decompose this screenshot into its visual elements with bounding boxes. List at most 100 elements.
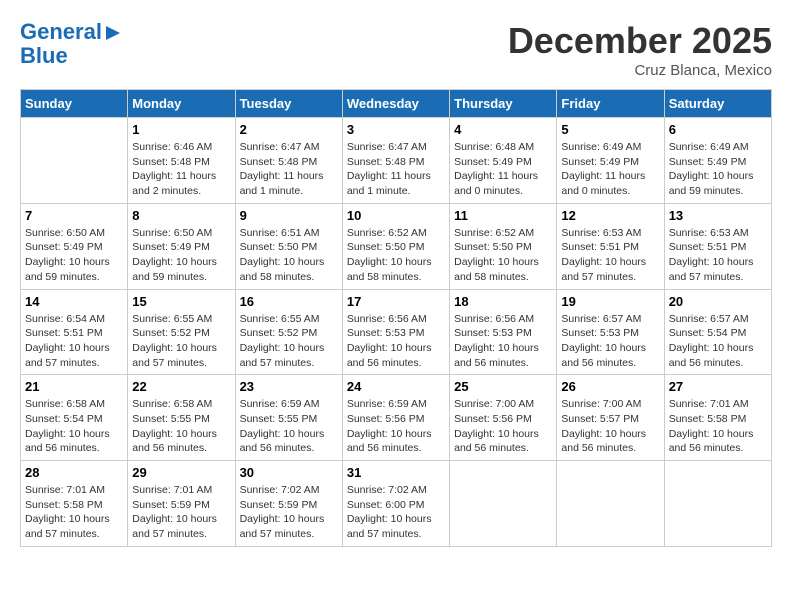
calendar-cell: 1 Sunrise: 6:46 AM Sunset: 5:48 PM Daylig… (128, 118, 235, 204)
calendar-cell: 5Sunrise: 6:49 AM Sunset: 5:49 PM Daylig… (557, 118, 664, 204)
day-info: Sunrise: 6:50 AM Sunset: 5:49 PM Dayligh… (132, 226, 230, 285)
day-number: 31 (347, 465, 445, 480)
calendar-cell (450, 461, 557, 547)
day-number: 10 (347, 208, 445, 223)
day-info: Sunrise: 6:54 AM Sunset: 5:51 PM Dayligh… (25, 312, 123, 371)
day-info: Sunrise: 6:56 AM Sunset: 5:53 PM Dayligh… (347, 312, 445, 371)
calendar-cell: 29 Sunrise: 7:01 AM Sunset: 5:59 PM Dayli… (128, 461, 235, 547)
day-number: 20 (669, 294, 767, 309)
calendar-cell: 26 Sunrise: 7:00 AM Sunset: 5:57 PM Dayli… (557, 375, 664, 461)
day-info: Sunrise: 6:55 AM Sunset: 5:52 PM Dayligh… (240, 312, 338, 371)
title-block: December 2025 Cruz Blanca, Mexico (508, 20, 772, 79)
day-info: Sunrise: 7:01 AM Sunset: 5:58 PM Dayligh… (669, 397, 767, 456)
calendar-cell: 27 Sunrise: 7:01 AM Sunset: 5:58 PM Dayli… (664, 375, 771, 461)
day-number: 11 (454, 208, 552, 223)
calendar-cell: 10Sunrise: 6:52 AM Sunset: 5:50 PM Dayli… (342, 203, 449, 289)
calendar-cell (21, 118, 128, 204)
calendar-cell: 21 Sunrise: 6:58 AM Sunset: 5:54 PM Dayli… (21, 375, 128, 461)
day-number: 27 (669, 379, 767, 394)
calendar-cell: 15Sunrise: 6:55 AM Sunset: 5:52 PM Dayli… (128, 289, 235, 375)
page-header: General Blue December 2025 Cruz Blanca, … (20, 20, 772, 79)
calendar-cell: 11 Sunrise: 6:52 AM Sunset: 5:50 PM Dayli… (450, 203, 557, 289)
day-number: 8 (132, 208, 230, 223)
day-number: 17 (347, 294, 445, 309)
calendar-cell: 24 Sunrise: 6:59 AM Sunset: 5:56 PM Dayli… (342, 375, 449, 461)
day-info: Sunrise: 6:49 AM Sunset: 5:49 PM Dayligh… (669, 140, 767, 199)
calendar-week-row: 28 Sunrise: 7:01 AM Sunset: 5:58 PM Dayli… (21, 461, 772, 547)
calendar-cell: 7Sunrise: 6:50 AM Sunset: 5:49 PM Daylig… (21, 203, 128, 289)
day-number: 21 (25, 379, 123, 394)
day-of-week-header: Thursday (450, 90, 557, 118)
day-number: 5 (561, 122, 659, 137)
day-number: 29 (132, 465, 230, 480)
day-info: Sunrise: 6:53 AM Sunset: 5:51 PM Dayligh… (669, 226, 767, 285)
day-of-week-header: Tuesday (235, 90, 342, 118)
calendar-cell: 28 Sunrise: 7:01 AM Sunset: 5:58 PM Dayli… (21, 461, 128, 547)
day-number: 6 (669, 122, 767, 137)
calendar-cell: 30 Sunrise: 7:02 AM Sunset: 5:59 PM Dayli… (235, 461, 342, 547)
day-info: Sunrise: 6:46 AM Sunset: 5:48 PM Dayligh… (132, 140, 230, 199)
day-info: Sunrise: 7:01 AM Sunset: 5:58 PM Dayligh… (25, 483, 123, 542)
calendar-cell: 25 Sunrise: 7:00 AM Sunset: 5:56 PM Dayli… (450, 375, 557, 461)
day-number: 12 (561, 208, 659, 223)
day-info: Sunrise: 6:53 AM Sunset: 5:51 PM Dayligh… (561, 226, 659, 285)
day-info: Sunrise: 6:51 AM Sunset: 5:50 PM Dayligh… (240, 226, 338, 285)
day-info: Sunrise: 6:55 AM Sunset: 5:52 PM Dayligh… (132, 312, 230, 371)
day-info: Sunrise: 6:56 AM Sunset: 5:53 PM Dayligh… (454, 312, 552, 371)
day-number: 13 (669, 208, 767, 223)
day-info: Sunrise: 7:01 AM Sunset: 5:59 PM Dayligh… (132, 483, 230, 542)
day-number: 16 (240, 294, 338, 309)
day-info: Sunrise: 7:02 AM Sunset: 5:59 PM Dayligh… (240, 483, 338, 542)
day-of-week-header: Wednesday (342, 90, 449, 118)
day-info: Sunrise: 7:00 AM Sunset: 5:57 PM Dayligh… (561, 397, 659, 456)
calendar-cell: 22Sunrise: 6:58 AM Sunset: 5:55 PM Dayli… (128, 375, 235, 461)
calendar-cell: 12 Sunrise: 6:53 AM Sunset: 5:51 PM Dayli… (557, 203, 664, 289)
day-info: Sunrise: 7:02 AM Sunset: 6:00 PM Dayligh… (347, 483, 445, 542)
month-title: December 2025 (508, 20, 772, 62)
day-info: Sunrise: 6:50 AM Sunset: 5:49 PM Dayligh… (25, 226, 123, 285)
day-info: Sunrise: 6:48 AM Sunset: 5:49 PM Dayligh… (454, 140, 552, 199)
day-info: Sunrise: 6:47 AM Sunset: 5:48 PM Dayligh… (240, 140, 338, 199)
calendar-cell (557, 461, 664, 547)
day-info: Sunrise: 6:47 AM Sunset: 5:48 PM Dayligh… (347, 140, 445, 199)
day-number: 28 (25, 465, 123, 480)
day-number: 1 (132, 122, 230, 137)
calendar-cell (664, 461, 771, 547)
day-of-week-header: Sunday (21, 90, 128, 118)
calendar-week-row: 14 Sunrise: 6:54 AM Sunset: 5:51 PM Dayli… (21, 289, 772, 375)
day-info: Sunrise: 7:00 AM Sunset: 5:56 PM Dayligh… (454, 397, 552, 456)
calendar-cell: 17 Sunrise: 6:56 AM Sunset: 5:53 PM Dayli… (342, 289, 449, 375)
day-info: Sunrise: 6:57 AM Sunset: 5:54 PM Dayligh… (669, 312, 767, 371)
day-number: 30 (240, 465, 338, 480)
day-info: Sunrise: 6:52 AM Sunset: 5:50 PM Dayligh… (454, 226, 552, 285)
day-info: Sunrise: 6:57 AM Sunset: 5:53 PM Dayligh… (561, 312, 659, 371)
day-number: 26 (561, 379, 659, 394)
day-info: Sunrise: 6:58 AM Sunset: 5:54 PM Dayligh… (25, 397, 123, 456)
day-info: Sunrise: 6:59 AM Sunset: 5:56 PM Dayligh… (347, 397, 445, 456)
day-number: 25 (454, 379, 552, 394)
day-number: 9 (240, 208, 338, 223)
calendar-cell: 23Sunrise: 6:59 AM Sunset: 5:55 PM Dayli… (235, 375, 342, 461)
day-number: 4 (454, 122, 552, 137)
calendar-cell: 4 Sunrise: 6:48 AM Sunset: 5:49 PM Daylig… (450, 118, 557, 204)
calendar-cell: 16 Sunrise: 6:55 AM Sunset: 5:52 PM Dayli… (235, 289, 342, 375)
day-number: 3 (347, 122, 445, 137)
calendar-header-row: SundayMondayTuesdayWednesdayThursdayFrid… (21, 90, 772, 118)
calendar-week-row: 7Sunrise: 6:50 AM Sunset: 5:49 PM Daylig… (21, 203, 772, 289)
day-of-week-header: Monday (128, 90, 235, 118)
day-number: 18 (454, 294, 552, 309)
day-of-week-header: Friday (557, 90, 664, 118)
day-number: 24 (347, 379, 445, 394)
calendar-week-row: 21 Sunrise: 6:58 AM Sunset: 5:54 PM Dayli… (21, 375, 772, 461)
location: Cruz Blanca, Mexico (508, 62, 772, 79)
day-of-week-header: Saturday (664, 90, 771, 118)
calendar-week-row: 1 Sunrise: 6:46 AM Sunset: 5:48 PM Daylig… (21, 118, 772, 204)
day-number: 14 (25, 294, 123, 309)
calendar-cell: 2Sunrise: 6:47 AM Sunset: 5:48 PM Daylig… (235, 118, 342, 204)
calendar-cell: 6 Sunrise: 6:49 AM Sunset: 5:49 PM Daylig… (664, 118, 771, 204)
logo-text-line1: General (20, 20, 102, 44)
calendar-table: SundayMondayTuesdayWednesdayThursdayFrid… (20, 89, 772, 547)
calendar-cell: 3 Sunrise: 6:47 AM Sunset: 5:48 PM Daylig… (342, 118, 449, 204)
day-number: 23 (240, 379, 338, 394)
logo-text-line2: Blue (20, 44, 68, 68)
